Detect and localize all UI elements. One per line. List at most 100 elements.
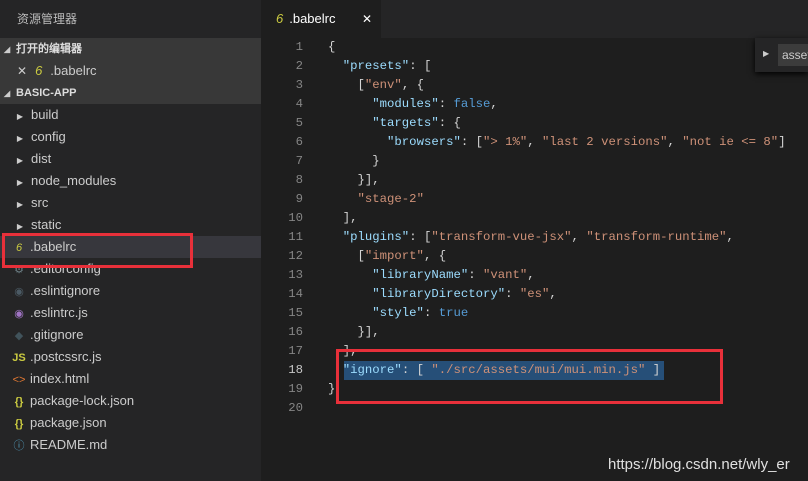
code-token: "style" bbox=[372, 306, 424, 320]
code-token: [ bbox=[328, 249, 365, 263]
close-icon[interactable]: ✕ bbox=[17, 64, 27, 78]
code-line: "stage-2" bbox=[328, 190, 424, 209]
code-line: "modules": false, bbox=[328, 95, 497, 114]
breadcrumb-widget[interactable]: ▶assets bbox=[755, 38, 808, 72]
folder-item[interactable]: ▶ node_modules bbox=[0, 170, 261, 192]
file-item[interactable]: ◆ .gitignore bbox=[0, 324, 261, 346]
code-token: "env" bbox=[364, 78, 402, 92]
line-number: 2 bbox=[295, 59, 303, 73]
code-token: "not ie <= 8" bbox=[682, 135, 779, 149]
code-line: ], bbox=[328, 209, 358, 228]
code-token: [ bbox=[328, 78, 365, 92]
folder-item[interactable]: ▶ dist bbox=[0, 148, 261, 170]
code-token: , bbox=[571, 230, 587, 244]
code-token: : { bbox=[438, 116, 461, 130]
code-token: , bbox=[527, 135, 543, 149]
open-editors-header[interactable]: ◢ 打开的编辑器 bbox=[0, 38, 261, 60]
code-line: "plugins": ["transform-vue-jsx", "transf… bbox=[328, 228, 734, 247]
chevron-down-icon: ◢ bbox=[4, 89, 11, 98]
code-token: , bbox=[549, 287, 557, 301]
chevron-right-icon: ▶ bbox=[16, 134, 24, 143]
project-header[interactable]: ◢ BASIC-APP bbox=[0, 82, 261, 104]
folder-item[interactable]: ▶ src bbox=[0, 192, 261, 214]
open-editor-item[interactable]: ✕ 6 .babelrc bbox=[0, 60, 261, 82]
highlight-box bbox=[2, 233, 193, 268]
code-token: : bbox=[468, 268, 483, 282]
eslint-icon: ◉ bbox=[14, 286, 24, 298]
file-item[interactable]: <> index.html bbox=[0, 368, 261, 390]
line-number: 18 bbox=[288, 363, 303, 377]
js-icon: JS bbox=[12, 352, 26, 364]
code-line: { bbox=[328, 38, 335, 57]
code-token: : [ bbox=[409, 59, 432, 73]
line-number: 14 bbox=[288, 287, 303, 301]
json-icon: {} bbox=[14, 418, 24, 430]
code-line: "browsers": ["> 1%", "last 2 versions", … bbox=[328, 133, 786, 152]
line-number: 6 bbox=[295, 135, 303, 149]
code-token: } bbox=[328, 154, 380, 168]
code-token: "es" bbox=[519, 287, 550, 301]
code-line: ["env", { bbox=[328, 76, 424, 95]
code-token: , bbox=[726, 230, 734, 244]
file-item[interactable]: {} package-lock.json bbox=[0, 390, 261, 412]
highlight-box bbox=[336, 349, 723, 404]
line-number: 13 bbox=[288, 268, 303, 282]
chevron-down-icon: ◢ bbox=[4, 45, 11, 54]
code-line: }], bbox=[328, 171, 380, 190]
code-token: }], bbox=[328, 325, 380, 339]
code-token: "last 2 versions" bbox=[542, 135, 668, 149]
chevron-right-icon: ▶ bbox=[16, 156, 24, 165]
folder-item[interactable]: ▶ config bbox=[0, 126, 261, 148]
code-token: "> 1%" bbox=[482, 135, 528, 149]
file-item[interactable]: ⓘ README.md bbox=[0, 434, 261, 456]
code-line: "libraryDirectory": "es", bbox=[328, 285, 557, 304]
chevron-right-icon: ▶ bbox=[763, 49, 770, 58]
file-item[interactable]: {} package.json bbox=[0, 412, 261, 434]
code-token: "transform-runtime" bbox=[586, 230, 727, 244]
line-number: 19 bbox=[288, 382, 303, 396]
tab-babelrc[interactable]: 6 .babelrc ✕ bbox=[261, 0, 381, 38]
line-number: 17 bbox=[288, 344, 303, 358]
code-line: "libraryName": "vant", bbox=[328, 266, 534, 285]
line-number: 1 bbox=[295, 40, 303, 54]
code-token: false bbox=[453, 97, 491, 111]
code-token: , bbox=[667, 135, 683, 149]
info-icon: ⓘ bbox=[13, 440, 25, 452]
file-item[interactable]: JS .postcssrc.js bbox=[0, 346, 261, 368]
code-token: true bbox=[438, 306, 469, 320]
line-number: 15 bbox=[288, 306, 303, 320]
chevron-right-icon: ▶ bbox=[16, 200, 24, 209]
file-item[interactable]: ◉ .eslintrc.js bbox=[0, 302, 261, 324]
code-token: : [ bbox=[460, 135, 483, 149]
file-item[interactable]: ◉ .eslintignore bbox=[0, 280, 261, 302]
code-token: "libraryDirectory" bbox=[372, 287, 506, 301]
folder-item[interactable]: ▶ build bbox=[0, 104, 261, 126]
code-token: ], bbox=[328, 211, 358, 225]
watermark: https://blog.csdn.net/wly_er bbox=[608, 456, 790, 473]
line-number: 5 bbox=[295, 116, 303, 130]
tab-bar: 6 .babelrc ✕ bbox=[261, 0, 808, 38]
code-token: "presets" bbox=[342, 59, 410, 73]
close-icon[interactable]: ✕ bbox=[362, 0, 372, 38]
code-line: "style": true bbox=[328, 304, 468, 323]
code-editor[interactable]: 1{2 "presets": [3 ["env", {4 "modules": … bbox=[261, 38, 808, 481]
code-token: : bbox=[423, 306, 439, 320]
code-token: : bbox=[505, 287, 520, 301]
line-number: 9 bbox=[295, 192, 303, 206]
code-token: "transform-vue-jsx" bbox=[431, 230, 572, 244]
code-line: } bbox=[328, 380, 335, 399]
line-number: 8 bbox=[295, 173, 303, 187]
git-icon: ◆ bbox=[14, 330, 24, 342]
line-number: 7 bbox=[295, 154, 303, 168]
chevron-right-icon: ▶ bbox=[16, 112, 24, 121]
line-number: 12 bbox=[288, 249, 303, 263]
code-line: "presets": [ bbox=[328, 57, 432, 76]
line-number: 11 bbox=[288, 230, 303, 244]
code-token: ] bbox=[778, 135, 786, 149]
